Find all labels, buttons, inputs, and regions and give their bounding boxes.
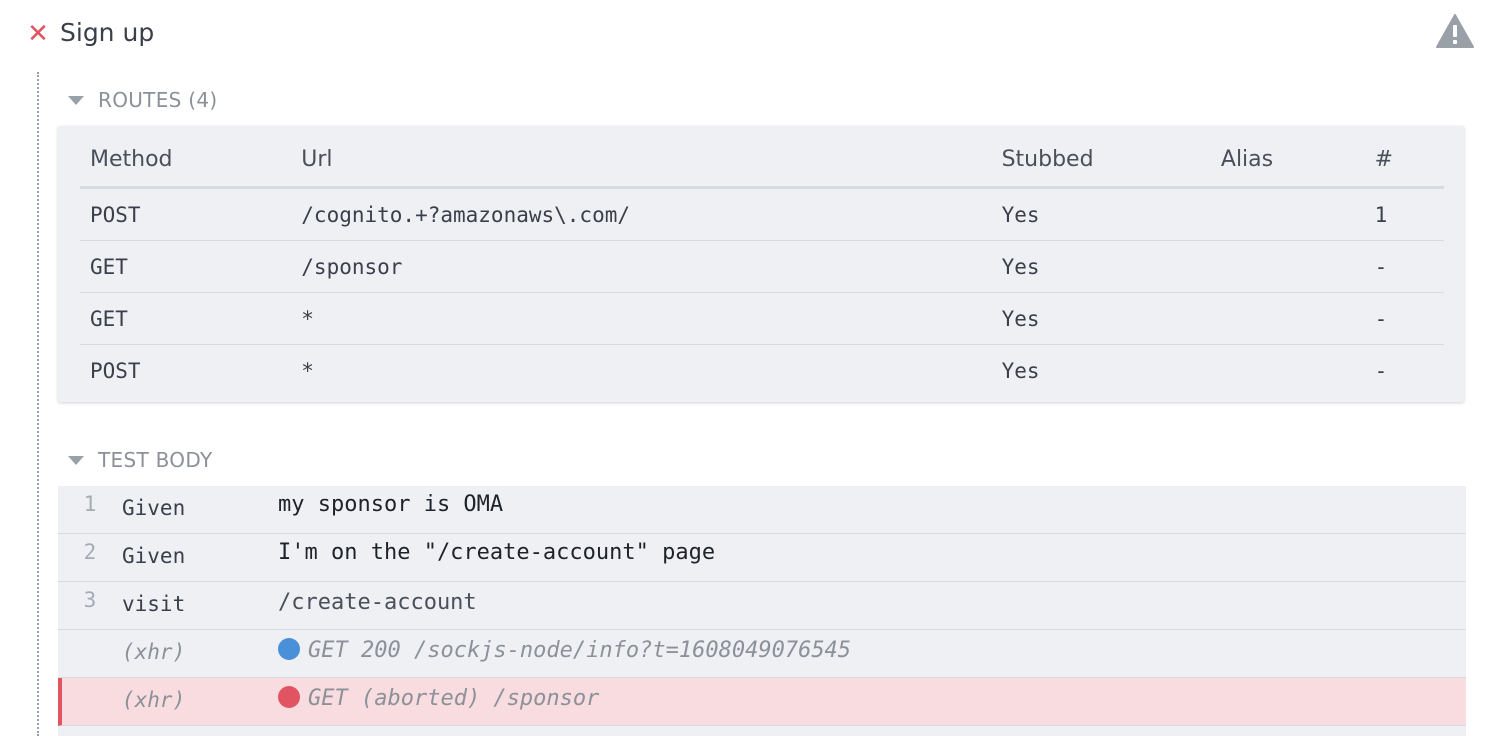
test-title: Sign up bbox=[60, 18, 155, 47]
command-row-xhr[interactable]: (xhr) GET 200 /sockjs-node/info?t=160804… bbox=[58, 630, 1466, 678]
table-row: POST /cognito.+?amazonaws\.com/ Yes 1 bbox=[80, 187, 1444, 241]
command-message: GET 200 /sockjs-node/info?t=160804907654… bbox=[308, 638, 852, 663]
command-name: (xhr) bbox=[122, 688, 186, 712]
test-nesting-line bbox=[37, 72, 39, 736]
routes-header-row: Method Url Stubbed Alias # bbox=[80, 132, 1444, 189]
routes-section-label: ROUTES (4) bbox=[98, 88, 218, 112]
route-method: POST bbox=[80, 187, 292, 241]
route-alias bbox=[1210, 292, 1365, 345]
command-name: Given bbox=[122, 496, 186, 520]
status-dot-icon bbox=[278, 638, 300, 660]
command-number: 3 bbox=[83, 588, 97, 612]
command-row[interactable]: 2 Given I'm on the "/create-account" pag… bbox=[58, 534, 1466, 582]
test-body-section-toggle[interactable]: TEST BODY bbox=[68, 445, 212, 475]
route-stubbed: Yes bbox=[991, 292, 1211, 345]
command-row[interactable]: 1 Given my sponsor is OMA bbox=[58, 486, 1466, 534]
status-dot-icon bbox=[278, 686, 300, 708]
command-log: 1 Given my sponsor is OMA 2 Given I'm on… bbox=[58, 486, 1466, 736]
command-name: (xhr) bbox=[122, 640, 186, 664]
column-header-stubbed: Stubbed bbox=[991, 132, 1211, 189]
column-header-method: Method bbox=[80, 132, 292, 189]
route-stubbed: Yes bbox=[991, 240, 1211, 293]
route-count: - bbox=[1364, 292, 1444, 345]
routes-table: Method Url Stubbed Alias # POST /cognito… bbox=[80, 132, 1444, 396]
command-message: I'm on the "/create-account" page bbox=[278, 540, 716, 565]
command-row-partial bbox=[58, 726, 1466, 736]
column-header-alias: Alias bbox=[1210, 132, 1365, 189]
table-row: POST * Yes - bbox=[80, 345, 1444, 397]
fail-x-icon: ✕ bbox=[27, 19, 49, 49]
route-alias bbox=[1210, 187, 1365, 241]
route-url: * bbox=[291, 292, 992, 345]
routes-panel: Method Url Stubbed Alias # POST /cognito… bbox=[58, 126, 1464, 402]
caret-down-icon bbox=[68, 455, 84, 465]
route-count: - bbox=[1364, 240, 1444, 293]
command-name: visit bbox=[122, 592, 186, 616]
command-row[interactable]: 3 visit /create-account bbox=[58, 582, 1466, 630]
test-body-section-label: TEST BODY bbox=[98, 448, 213, 472]
route-alias bbox=[1211, 345, 1365, 397]
column-header-count: # bbox=[1364, 132, 1444, 189]
warning-triangle-icon[interactable] bbox=[1436, 14, 1474, 48]
route-url: /cognito.+?amazonaws\.com/ bbox=[291, 187, 992, 241]
route-method: POST bbox=[90, 358, 141, 383]
command-row-xhr-failed[interactable]: (xhr) GET (aborted) /sponsor bbox=[58, 678, 1466, 726]
column-header-url: Url bbox=[291, 132, 992, 189]
route-stubbed: Yes bbox=[1001, 358, 1040, 383]
table-row: GET /sponsor Yes - bbox=[80, 240, 1444, 293]
route-method: GET bbox=[80, 240, 292, 293]
route-method: GET bbox=[80, 292, 292, 345]
table-row: GET * Yes - bbox=[80, 292, 1444, 345]
command-message-wrapper: GET 200 /sockjs-node/info?t=160804907654… bbox=[278, 638, 851, 663]
command-name: Given bbox=[122, 544, 186, 568]
route-count: 1 bbox=[1364, 187, 1444, 241]
command-message: GET (aborted) /sponsor bbox=[308, 686, 600, 711]
command-message: /create-account bbox=[278, 590, 477, 615]
routes-section-toggle[interactable]: ROUTES (4) bbox=[68, 85, 218, 115]
command-number: 1 bbox=[83, 492, 97, 516]
command-message-wrapper: GET (aborted) /sponsor bbox=[278, 686, 599, 711]
route-count: - bbox=[1374, 358, 1388, 383]
route-alias bbox=[1210, 240, 1365, 293]
command-message: my sponsor is OMA bbox=[278, 492, 504, 517]
test-header[interactable]: ✕ Sign up bbox=[0, 0, 1486, 66]
route-url: * bbox=[301, 358, 314, 383]
route-stubbed: Yes bbox=[991, 187, 1211, 241]
command-number: 2 bbox=[83, 540, 97, 564]
route-url: /sponsor bbox=[291, 240, 992, 293]
caret-down-icon bbox=[68, 95, 84, 105]
